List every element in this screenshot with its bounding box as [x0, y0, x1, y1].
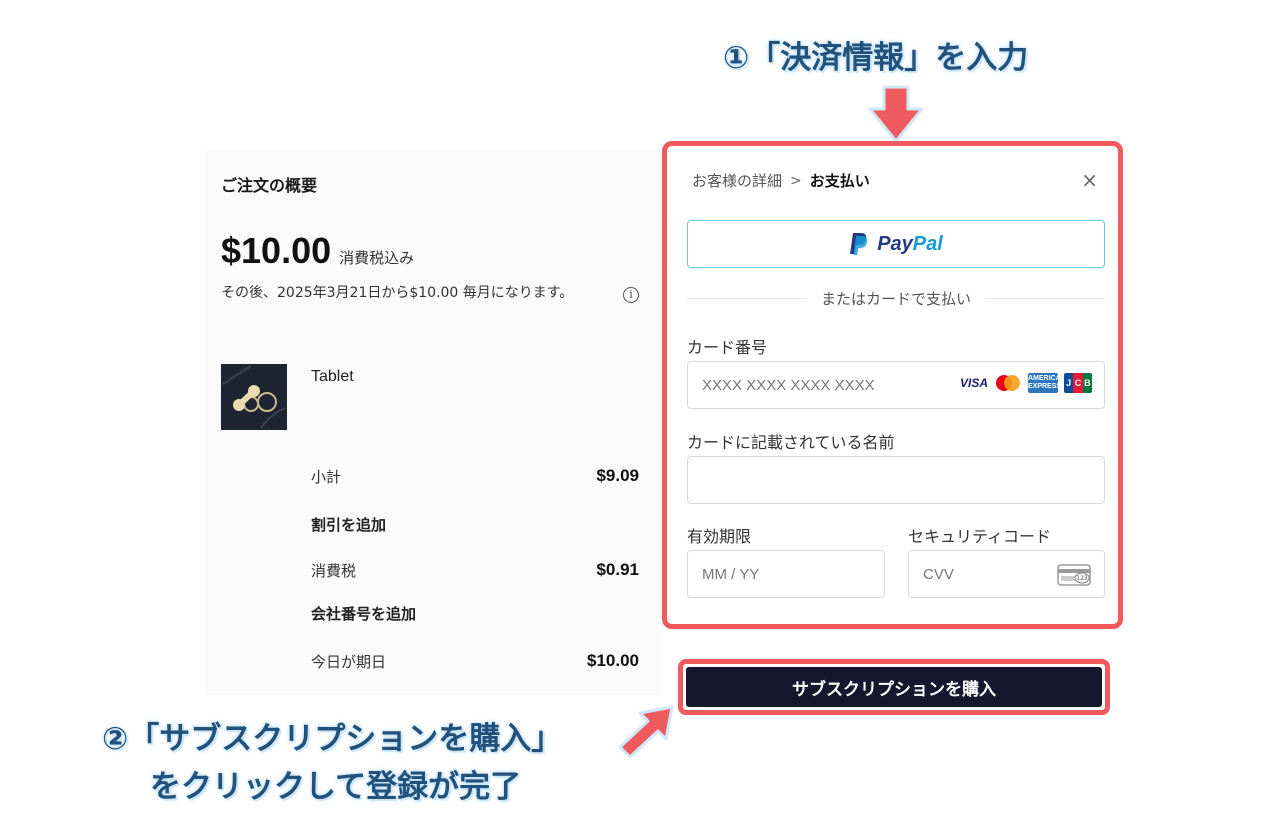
- product-name: Tablet: [311, 368, 354, 385]
- due-today-row: 今日が期日 $10.00: [311, 651, 639, 672]
- add-company-number-label[interactable]: 会社番号を追加: [311, 603, 416, 624]
- total-price: $10.00: [221, 230, 332, 271]
- step2-annotation-line2: をクリックして登録が完了: [150, 769, 522, 805]
- info-icon[interactable]: i: [623, 287, 639, 303]
- summary-title: ご注文の概要: [221, 176, 318, 195]
- product-logo-icon: [221, 364, 287, 430]
- buy-subscription-button[interactable]: サブスクリプションを購入: [686, 667, 1102, 707]
- subtotal-row: 小計 $9.09: [311, 466, 639, 487]
- renewal-note: その後、2025年3月21日から$10.00 毎月になります。: [221, 285, 574, 301]
- due-today-value: $10.00: [587, 651, 639, 670]
- tax-included-note: 消費税込み: [339, 249, 415, 267]
- subtotal-value: $9.09: [596, 466, 639, 485]
- add-discount-link[interactable]: 割引を追加: [311, 514, 639, 535]
- tax-label: 消費税: [311, 562, 357, 580]
- arrow-pointer-icon: [618, 705, 674, 759]
- subtotal-label: 小計: [311, 468, 342, 486]
- payment-highlight-frame: [662, 141, 1123, 629]
- tax-row: 消費税 $0.91: [311, 560, 639, 581]
- tax-value: $0.91: [596, 560, 639, 579]
- price-row: $10.00 消費税込み: [221, 230, 414, 272]
- order-summary: ご注文の概要 $10.00 消費税込み その後、2025年3月21日から$10.…: [205, 150, 660, 695]
- step2-annotation-line1: ②「サブスクリプションを購入」: [102, 721, 563, 757]
- due-today-label: 今日が期日: [311, 653, 387, 671]
- step1-annotation: ①「決済情報」を入力: [723, 40, 1029, 76]
- add-discount-label[interactable]: 割引を追加: [311, 514, 386, 535]
- arrow-down-icon: [868, 85, 924, 143]
- add-company-number-link[interactable]: 会社番号を追加: [311, 603, 639, 624]
